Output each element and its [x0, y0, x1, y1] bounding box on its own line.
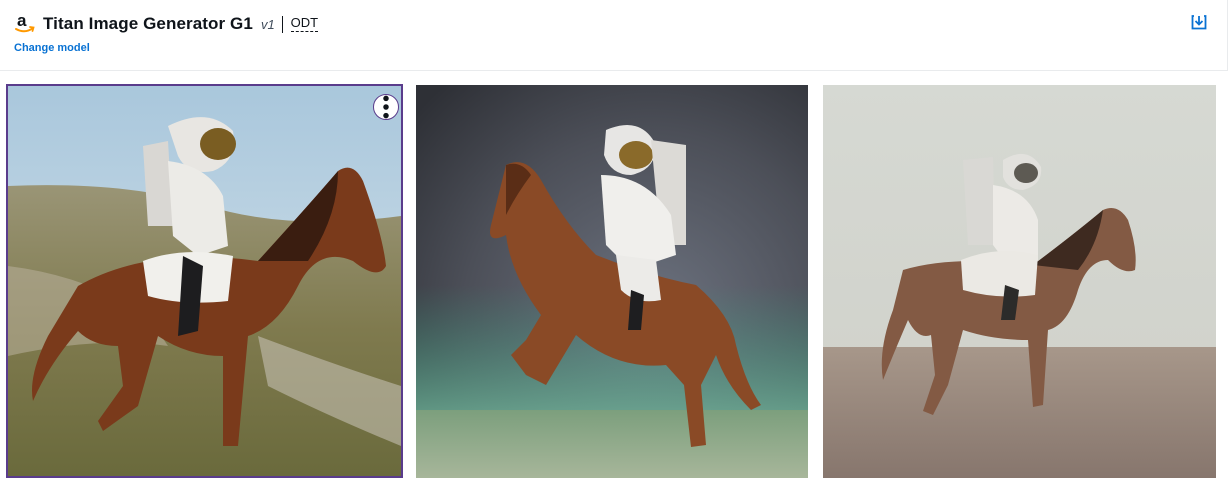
model-header: a Titan Image Generator G1 v1 ODT Change… [0, 0, 1228, 71]
generated-image-2[interactable] [416, 85, 808, 478]
image-actions-button[interactable] [373, 94, 399, 120]
generated-image-1[interactable] [6, 84, 403, 478]
divider [281, 15, 283, 33]
model-name: Titan Image Generator G1 [43, 14, 253, 33]
change-model-link[interactable]: Change model [14, 42, 90, 54]
astronaut-horse-image-1 [8, 86, 401, 476]
download-icon[interactable] [1191, 14, 1207, 30]
astronaut-horse-image-3 [823, 85, 1216, 478]
generated-image-3[interactable] [823, 85, 1216, 478]
odt-badge[interactable]: ODT [290, 16, 319, 32]
more-vertical-icon [383, 95, 389, 119]
model-version: v1 [260, 16, 275, 32]
astronaut-horse-image-2 [416, 85, 808, 478]
title-row: a Titan Image Generator G1 v1 ODT [14, 11, 319, 36]
amazon-logo-icon: a [14, 11, 36, 36]
svg-text:a: a [17, 12, 27, 30]
